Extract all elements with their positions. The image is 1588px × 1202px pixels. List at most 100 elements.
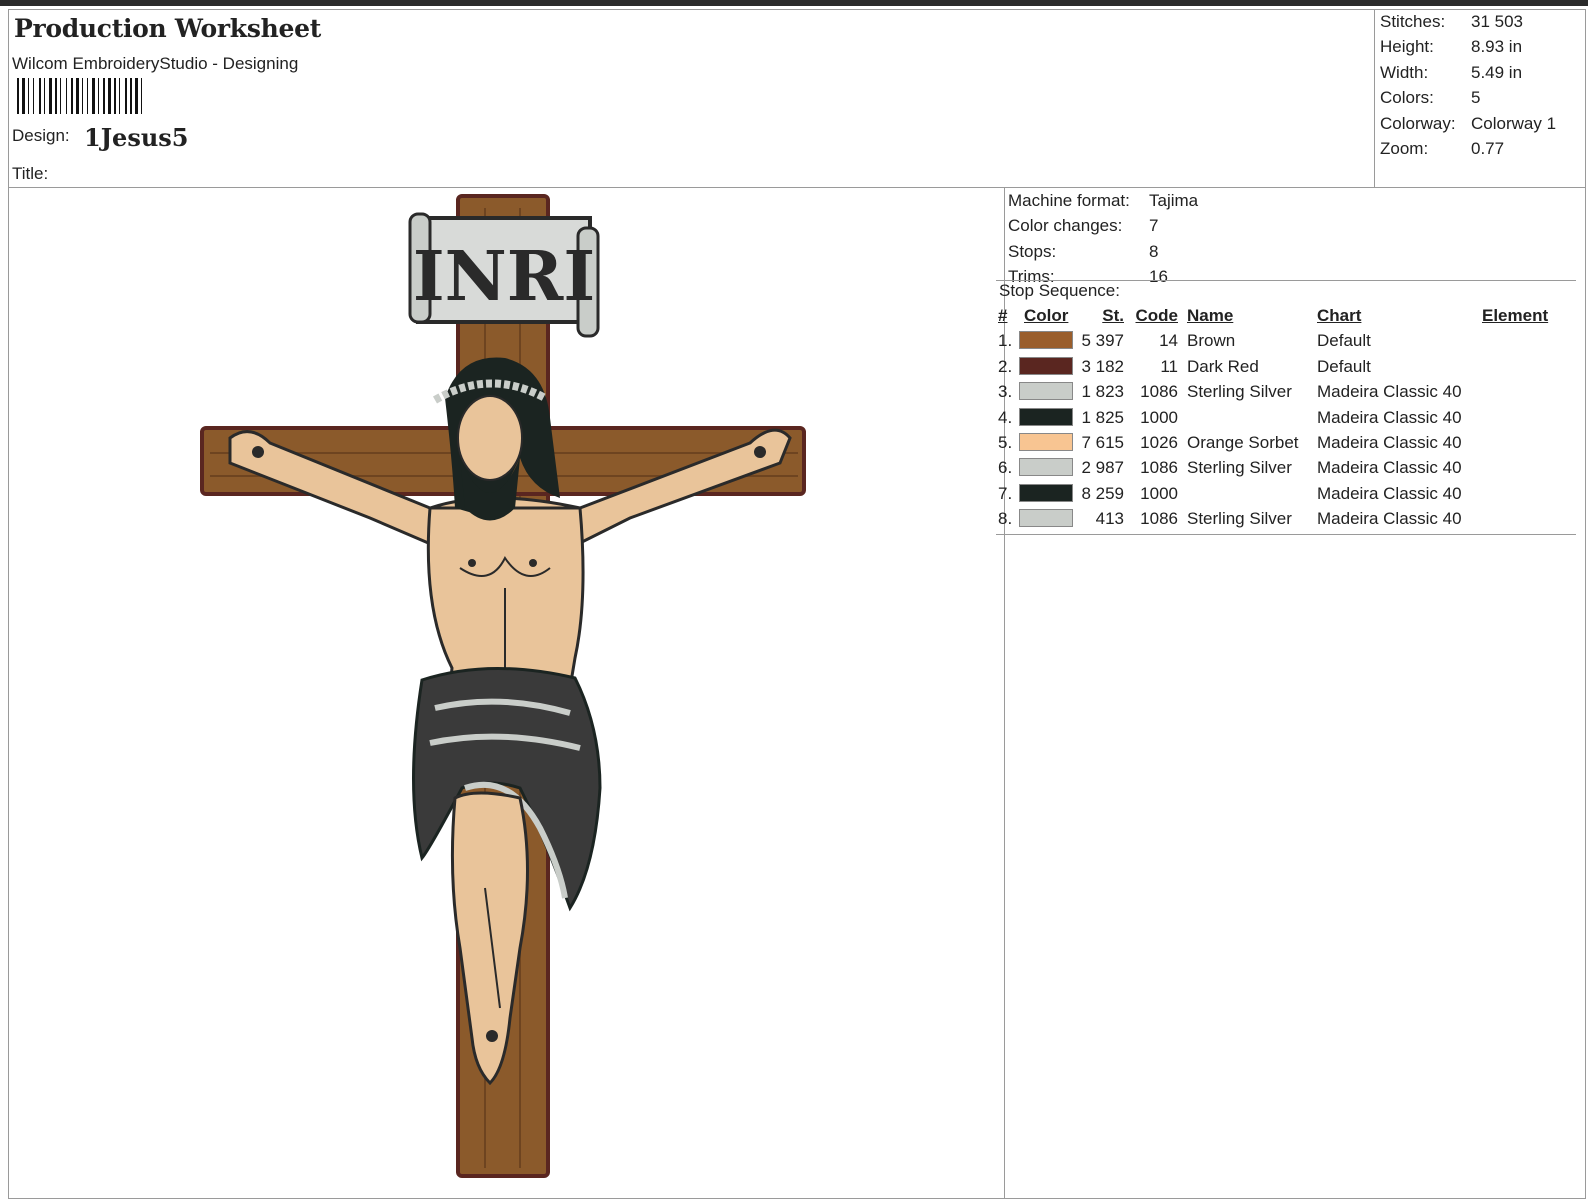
stat-row: Height: 8.93 in bbox=[1380, 37, 1523, 57]
barcode-bar bbox=[22, 78, 25, 114]
row-chart: Madeira Classic 40 bbox=[1317, 407, 1462, 427]
stat-row: Colors: 5 bbox=[1380, 88, 1481, 108]
color-swatch bbox=[1019, 458, 1073, 477]
color-swatch bbox=[1019, 483, 1073, 502]
machine-info: Machine format: Tajima Color changes: 7 St… bbox=[1008, 188, 1198, 290]
title-label: Title: bbox=[12, 164, 49, 183]
row-stitches: 8 259 bbox=[1081, 483, 1124, 503]
barcode-bar bbox=[44, 78, 45, 114]
barcode-bar bbox=[55, 78, 57, 114]
info-row: Color changes: 7 bbox=[1008, 216, 1159, 236]
row-stitches: 5 397 bbox=[1081, 331, 1124, 351]
stop-sequence-label: Stop Sequence: bbox=[999, 281, 1120, 300]
barcode-bar bbox=[71, 78, 73, 114]
barcode-bar bbox=[49, 78, 52, 114]
row-name: Sterling Silver bbox=[1187, 509, 1292, 529]
stat-row: Zoom: 0.77 bbox=[1380, 138, 1505, 158]
design-label: Design: bbox=[12, 126, 70, 145]
barcode-bar bbox=[28, 78, 29, 114]
col-name-header: Name bbox=[1187, 306, 1234, 325]
color-swatch bbox=[1019, 356, 1073, 375]
barcode-bar bbox=[66, 78, 67, 114]
row-chart: Madeira Classic 40 bbox=[1317, 509, 1462, 529]
row-number: 4. bbox=[998, 407, 1013, 427]
row-number: 3. bbox=[998, 382, 1013, 402]
color-swatch bbox=[1019, 407, 1073, 426]
barcode-bar bbox=[108, 78, 111, 114]
row-chart: Madeira Classic 40 bbox=[1317, 432, 1462, 452]
row-stitches: 413 bbox=[1095, 509, 1124, 529]
barcode-bar bbox=[125, 78, 127, 114]
stat-row: Stitches: 31 503 bbox=[1380, 12, 1523, 31]
design-preview: INRI bbox=[200, 194, 806, 1178]
barcode-bar bbox=[17, 78, 19, 114]
row-number: 1. bbox=[998, 331, 1013, 351]
barcode-bar bbox=[141, 78, 142, 114]
software-name: Wilcom EmbroideryStudio - Designing bbox=[12, 54, 299, 73]
row-chart: Madeira Classic 40 bbox=[1317, 483, 1462, 503]
color-swatch bbox=[1019, 509, 1073, 528]
row-name: Orange Sorbet bbox=[1187, 432, 1299, 452]
row-code: 1000 bbox=[1140, 483, 1178, 503]
row-code: 1000 bbox=[1140, 407, 1178, 427]
design-stats: Stitches: 31 503 Height: 8.93 in Width: 5.4… bbox=[1380, 12, 1556, 164]
color-swatch bbox=[1019, 331, 1073, 350]
barcode-bar bbox=[82, 78, 83, 114]
barcode-bar bbox=[87, 78, 88, 114]
row-number: 7. bbox=[998, 483, 1013, 503]
row-chart: Madeira Classic 40 bbox=[1317, 382, 1462, 402]
row-stitches: 1 825 bbox=[1081, 407, 1124, 427]
color-swatch bbox=[1019, 432, 1073, 451]
row-code: 1086 bbox=[1140, 458, 1178, 478]
col-code-header: Code bbox=[1135, 306, 1179, 325]
row-number: 6. bbox=[998, 458, 1013, 478]
barcode-bar bbox=[76, 78, 79, 114]
row-code: 14 bbox=[1159, 331, 1178, 351]
col-element-header: Element bbox=[1482, 306, 1549, 325]
barcode-bar bbox=[98, 78, 99, 114]
col-color-header: Color bbox=[1024, 306, 1069, 325]
info-row: Stops: 8 bbox=[1008, 241, 1159, 261]
barcode-bar bbox=[114, 78, 116, 114]
barcode-bar bbox=[119, 78, 120, 114]
top-border bbox=[0, 0, 1588, 6]
row-name: Sterling Silver bbox=[1187, 382, 1292, 402]
row-chart: Default bbox=[1317, 331, 1371, 351]
table-divider bbox=[996, 534, 1576, 535]
row-stitches: 7 615 bbox=[1081, 432, 1124, 452]
barcode-bar bbox=[135, 78, 138, 114]
row-stitches: 1 823 bbox=[1081, 382, 1124, 402]
row-number: 8. bbox=[998, 509, 1013, 529]
stat-row: Colorway: Colorway 1 bbox=[1380, 113, 1557, 133]
barcode bbox=[17, 78, 142, 114]
row-stitches: 3 182 bbox=[1081, 356, 1124, 376]
barcode-bar bbox=[60, 78, 61, 114]
row-code: 1086 bbox=[1140, 509, 1178, 529]
barcode-bar bbox=[130, 78, 132, 114]
color-swatch bbox=[1019, 382, 1073, 401]
row-code: 11 bbox=[1160, 356, 1178, 376]
row-chart: Madeira Classic 40 bbox=[1317, 458, 1462, 478]
row-code: 1026 bbox=[1140, 432, 1178, 452]
col-num-header: # bbox=[998, 306, 1008, 325]
info-row: Machine format: Tajima bbox=[1008, 190, 1199, 210]
stat-row: Width: 5.49 in bbox=[1380, 62, 1523, 82]
inri-sign: INRI bbox=[408, 212, 600, 338]
barcode-bar bbox=[39, 78, 41, 114]
worksheet-title: Production Worksheet bbox=[14, 14, 321, 43]
row-chart: Default bbox=[1317, 356, 1371, 376]
row-name: Sterling Silver bbox=[1187, 458, 1292, 478]
row-name: Brown bbox=[1187, 331, 1236, 351]
row-stitches: 2 987 bbox=[1081, 458, 1124, 478]
barcode-bar bbox=[92, 78, 95, 114]
row-code: 1086 bbox=[1140, 382, 1178, 402]
row-number: 2. bbox=[998, 356, 1013, 376]
stats-divider bbox=[1374, 10, 1375, 187]
row-number: 5. bbox=[998, 432, 1013, 452]
figure-face bbox=[457, 395, 523, 481]
barcode-bar bbox=[103, 78, 105, 114]
col-st-header: St. bbox=[1102, 306, 1124, 325]
inri-text: INRI bbox=[413, 237, 595, 317]
design-name: 1Jesus5 bbox=[84, 123, 189, 152]
col-chart-header: Chart bbox=[1317, 306, 1362, 325]
